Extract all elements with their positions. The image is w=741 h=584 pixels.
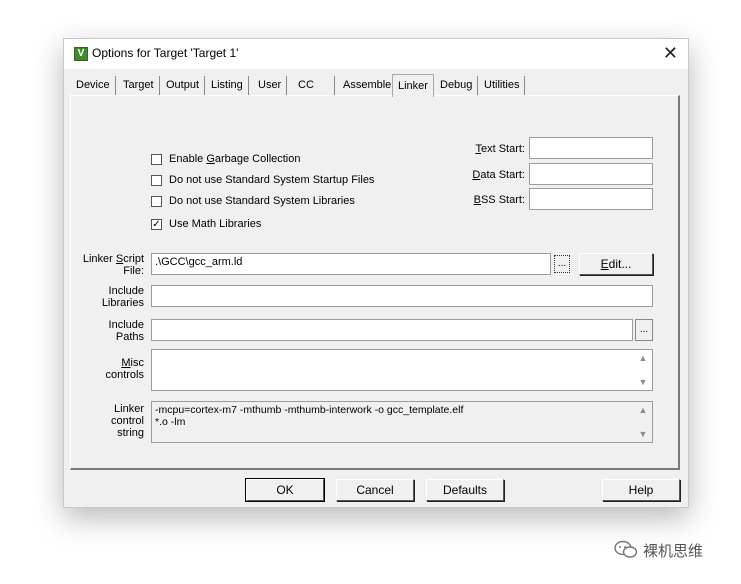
tab-utilities[interactable]: Utilities <box>479 76 526 95</box>
tab-debug[interactable]: Debug <box>435 76 479 95</box>
misc-controls-label: Misc controls <box>105 357 144 381</box>
text-start-label: Text Start: <box>475 143 525 155</box>
checkbox-label: Do not use Standard System Libraries <box>169 195 355 207</box>
tab-linker[interactable]: Linker <box>392 74 434 97</box>
linker-script-input[interactable]: .\GCC\gcc_arm.ld <box>151 253 551 275</box>
scroll-up-icon[interactable]: ▲ <box>637 353 649 363</box>
checkbox-box[interactable] <box>151 175 162 186</box>
tab-listing[interactable]: Listing <box>206 76 249 95</box>
help-button[interactable]: Help <box>602 479 680 501</box>
wechat-icon <box>614 540 638 565</box>
tab-output[interactable]: Output <box>161 76 206 95</box>
misc-controls-input[interactable] <box>151 349 653 391</box>
linker-control-string-label: Linker control string <box>110 403 144 439</box>
ok-button[interactable]: OK <box>245 478 325 502</box>
browse-paths-button[interactable]: ... <box>635 319 653 341</box>
linker-script-label: Linker Script File: <box>82 253 144 277</box>
edit-script-button[interactable]: Edit... <box>579 253 653 275</box>
options-dialog: V Options for Target 'Target 1' ✕ Device… <box>63 38 689 508</box>
close-icon[interactable]: ✕ <box>663 42 678 64</box>
checkbox-box[interactable] <box>151 196 162 207</box>
include-libraries-label: Include Libraries <box>101 285 144 309</box>
browse-script-button[interactable]: ... <box>554 255 570 273</box>
scroll-down-icon[interactable]: ▼ <box>637 429 649 439</box>
checkbox-box[interactable] <box>151 154 162 165</box>
data-start-input[interactable] <box>529 163 653 185</box>
linker-control-string-box: -mcpu=cortex-m7 -mthumb -mthumb-interwor… <box>151 401 653 443</box>
data-start-label: Data Start: <box>472 169 525 181</box>
tab-cc[interactable]: CC <box>293 76 335 95</box>
checkbox-label: Use Math Libraries <box>169 218 262 230</box>
include-libraries-input[interactable] <box>151 285 653 307</box>
bss-start-input[interactable] <box>529 188 653 210</box>
tab-device[interactable]: Device <box>71 76 116 95</box>
watermark-text: 裸机思维 <box>643 543 704 560</box>
defaults-button[interactable]: Defaults <box>426 479 504 501</box>
checkmark-icon[interactable]: ✓ <box>151 219 162 230</box>
scroll-down-icon[interactable]: ▼ <box>637 377 649 387</box>
include-paths-input[interactable] <box>151 319 633 341</box>
tab-target[interactable]: Target <box>118 76 160 95</box>
keil-uvision-icon: V <box>74 47 88 61</box>
window-title: Options for Target 'Target 1' <box>92 46 239 60</box>
scroll-up-icon[interactable]: ▲ <box>637 405 649 415</box>
text-start-input[interactable] <box>529 137 653 159</box>
bss-start-label: BSS Start: <box>473 194 525 206</box>
title-bar: V Options for Target 'Target 1' ✕ <box>64 39 688 69</box>
tab-user[interactable]: User <box>253 76 288 95</box>
include-paths-label: Include Paths <box>108 319 144 343</box>
checkbox-label: Enable Garbage Collection <box>169 153 301 165</box>
cancel-button[interactable]: Cancel <box>336 479 414 501</box>
checkbox-label: Do not use Standard System Startup Files <box>169 174 375 186</box>
